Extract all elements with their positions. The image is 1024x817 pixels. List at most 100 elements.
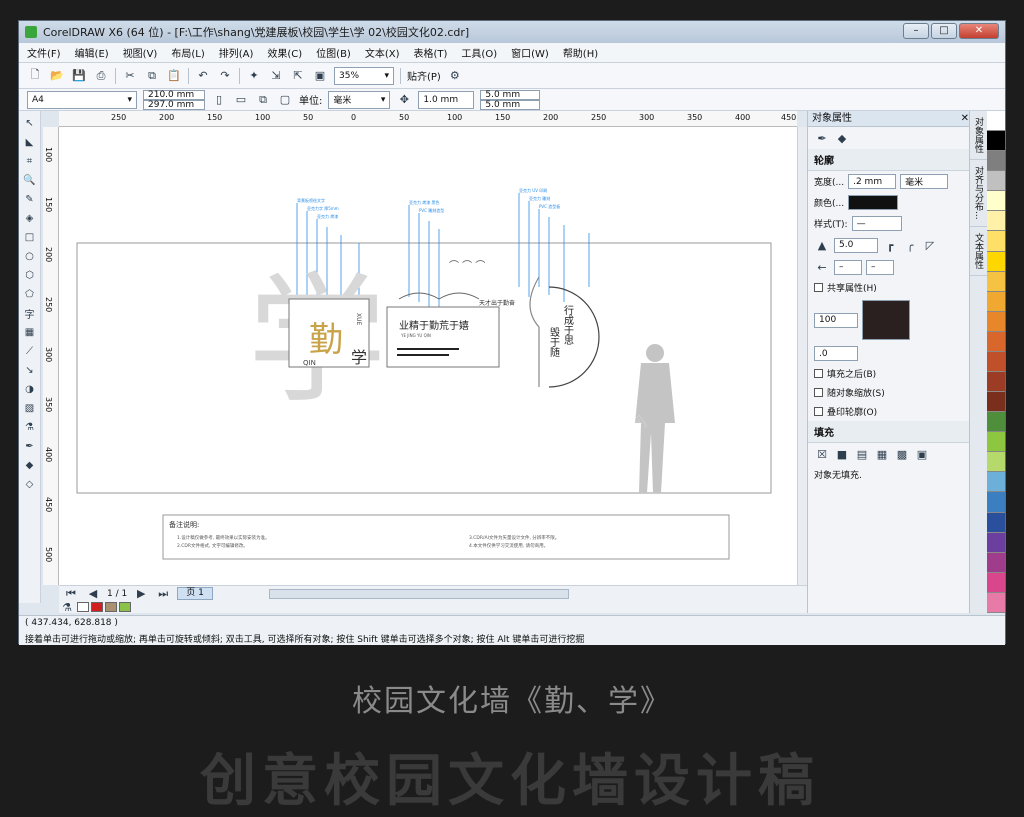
palette-swatch[interactable] (987, 231, 1005, 252)
corner-miter-icon[interactable]: ┏ (882, 237, 898, 253)
palette-swatch[interactable] (987, 211, 1005, 232)
palette-swatch[interactable] (987, 351, 1005, 373)
side-tab-text-properties[interactable]: 文本属性 (970, 227, 987, 276)
menu-table[interactable]: 表格(T) (414, 45, 448, 60)
export-icon[interactable]: ⇱ (290, 68, 306, 84)
menu-edit[interactable]: 编辑(E) (75, 45, 109, 60)
duplicate-y-field[interactable]: 5.0 mm (480, 99, 541, 110)
corner-round-icon[interactable]: ╭ (902, 237, 918, 253)
close-button[interactable]: ✕ (959, 23, 999, 39)
palette-swatch[interactable] (987, 191, 1005, 212)
uniform-fill-icon[interactable]: ■ (834, 446, 850, 462)
outline-width-field[interactable]: .2 mm (848, 174, 897, 189)
no-fill-icon[interactable]: ☒ (814, 446, 830, 462)
duplicate-x-field[interactable]: 5.0 mm (480, 89, 541, 100)
palette-swatch[interactable] (987, 151, 1005, 172)
crop-tool-icon[interactable]: ⌗ (22, 153, 38, 169)
options-icon[interactable]: ⚙ (447, 68, 463, 84)
zoom-tool-icon[interactable]: 🔍 (22, 172, 38, 188)
basic-shapes-icon[interactable]: ⬠ (22, 286, 38, 302)
eyedropper-icon[interactable]: ⚗ (59, 599, 75, 615)
horizontal-scrollbar[interactable] (268, 588, 569, 599)
cut-icon[interactable]: ✂ (122, 68, 138, 84)
landscape-icon[interactable]: ▭ (233, 92, 249, 108)
palette-swatch[interactable] (987, 311, 1005, 332)
outline-style-select[interactable]: — (851, 216, 902, 231)
palette-swatch[interactable] (987, 512, 1005, 533)
menu-tools[interactable]: 工具(O) (461, 45, 497, 60)
postscript-fill-icon[interactable]: ▣ (914, 446, 930, 462)
palette-swatch[interactable] (987, 271, 1005, 292)
text-tool-icon[interactable]: 字 (22, 305, 38, 321)
publish-pdf-icon[interactable]: ▣ (312, 68, 328, 84)
nib-preview[interactable] (862, 300, 910, 340)
interactive-fill-icon[interactable]: ◇ (22, 476, 38, 492)
menu-help[interactable]: 帮助(H) (563, 45, 598, 60)
palette-swatch[interactable] (987, 392, 1005, 413)
menu-layout[interactable]: 布局(L) (171, 45, 204, 60)
palette-swatch[interactable] (987, 492, 1005, 513)
palette-swatch[interactable] (987, 532, 1005, 553)
palette-swatch[interactable] (987, 472, 1005, 493)
print-icon[interactable]: ⎙ (93, 68, 109, 84)
corner-bevel-icon[interactable]: ◸ (922, 237, 938, 253)
palette-swatch[interactable] (987, 412, 1005, 433)
new-icon[interactable]: 🗋 (27, 68, 43, 84)
next-page-icon[interactable]: ▶ (133, 586, 149, 602)
paste-icon[interactable]: 📋 (166, 68, 182, 84)
freehand-tool-icon[interactable]: ✎ (22, 191, 38, 207)
connector-tool-icon[interactable]: ↘ (22, 362, 38, 378)
menu-view[interactable]: 视图(V) (123, 45, 158, 60)
outline-tool-icon[interactable]: ✒ (22, 438, 38, 454)
palette-swatch[interactable] (987, 171, 1005, 192)
ellipse-tool-icon[interactable]: ○ (22, 248, 38, 264)
no-color-swatch[interactable] (77, 602, 89, 612)
tan-swatch[interactable] (105, 602, 117, 612)
palette-swatch[interactable] (987, 592, 1005, 613)
menu-text[interactable]: 文本(X) (365, 45, 400, 60)
portrait-icon[interactable]: ▯ (211, 92, 227, 108)
angle-field[interactable]: .0 (814, 346, 858, 361)
eyedropper-tool-icon[interactable]: ⚗ (22, 419, 38, 435)
menu-file[interactable]: 文件(F) (27, 45, 61, 60)
palette-swatch[interactable] (987, 452, 1005, 473)
polygon-tool-icon[interactable]: ⬡ (22, 267, 38, 283)
table-tool-icon[interactable]: ▦ (22, 324, 38, 340)
outline-unit-select[interactable]: 毫米 (900, 174, 949, 189)
palette-swatch[interactable] (987, 131, 1005, 152)
menu-arrange[interactable]: 排列(A) (219, 45, 254, 60)
minimize-button[interactable]: – (903, 23, 929, 39)
maximize-button[interactable]: □ (931, 23, 957, 39)
green-swatch[interactable] (119, 602, 131, 612)
start-arrow-select[interactable]: – (834, 259, 862, 275)
palette-swatch[interactable] (987, 251, 1005, 272)
overprint-checkbox[interactable] (814, 407, 823, 416)
palette-swatch[interactable] (987, 372, 1005, 393)
palette-swatch[interactable] (987, 432, 1005, 453)
copy-icon[interactable]: ⧉ (144, 68, 160, 84)
end-arrow-select[interactable]: – (866, 259, 894, 275)
open-icon[interactable]: 📂 (49, 68, 65, 84)
pick-tool-icon[interactable]: ↖ (22, 115, 38, 131)
shape-tool-icon[interactable]: ◣ (22, 134, 38, 150)
palette-swatch[interactable] (987, 291, 1005, 312)
page-width-field[interactable]: 210.0 mm (143, 89, 205, 100)
all-pages-icon[interactable]: ⧉ (255, 92, 271, 108)
page-tab[interactable]: 页 1 (177, 587, 213, 600)
nudge-distance-field[interactable]: 1.0 mm (418, 90, 475, 109)
fountain-fill-icon[interactable]: ▤ (854, 446, 870, 462)
snap-to-dropdown[interactable]: 贴齐(P) (407, 68, 441, 83)
blend-tool-icon[interactable]: ◑ (22, 381, 38, 397)
menu-effects[interactable]: 效果(C) (267, 45, 302, 60)
side-tab-object-properties[interactable]: 对象属性 (970, 111, 987, 160)
outline-color-picker[interactable] (848, 195, 899, 210)
outline-pen-icon[interactable]: ✒ (814, 130, 830, 146)
palette-swatch[interactable] (987, 572, 1005, 593)
units-select[interactable]: 毫米 ▾ (328, 90, 391, 109)
palette-swatch[interactable] (987, 552, 1005, 573)
share-attributes-checkbox[interactable] (814, 283, 823, 292)
docker-close-icon[interactable]: ✕ (961, 111, 969, 126)
fill-section-header[interactable]: 填充 (808, 421, 969, 443)
page-height-field[interactable]: 297.0 mm (143, 99, 205, 110)
menu-bitmaps[interactable]: 位图(B) (316, 45, 351, 60)
